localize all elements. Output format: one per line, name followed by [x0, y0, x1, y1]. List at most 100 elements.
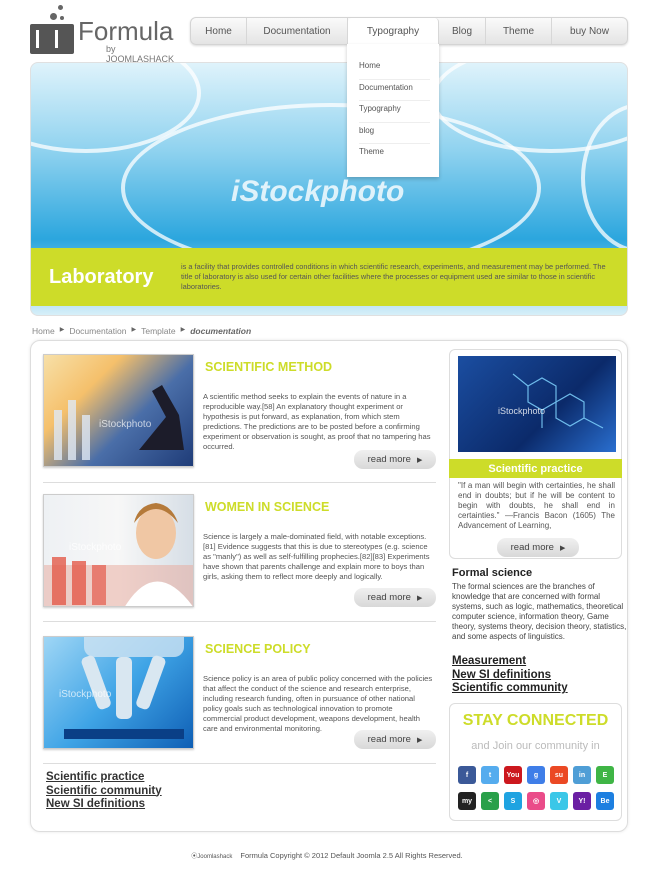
link-scientific-community[interactable]: Scientific community	[46, 785, 246, 799]
link-new-si-definitions[interactable]: New SI definitions	[46, 798, 246, 812]
read-more-button[interactable]: read more ▶	[354, 730, 436, 749]
formal-science-body: The formal sciences are the branches of …	[452, 582, 627, 641]
logo-bubble-icon	[60, 16, 64, 20]
breadcrumb-template[interactable]: Template	[141, 326, 176, 336]
article-card: iStockphoto WOMEN IN SCIENCE Science is …	[43, 494, 436, 622]
divider	[43, 763, 436, 764]
joomlashack-logo[interactable]: ⦿Joomlashack	[191, 854, 232, 860]
youtube-icon[interactable]: You	[504, 766, 522, 784]
linkedin-icon[interactable]: in	[573, 766, 591, 784]
divider	[43, 482, 436, 483]
breadcrumb-current: documentation	[190, 326, 252, 336]
article-card: iStockphoto SCIENCE POLICY Science polic…	[43, 636, 436, 764]
sidebar-quote: "If a man will begin with certainties, h…	[458, 481, 615, 530]
nav-buy-now[interactable]: buy Now	[552, 18, 627, 44]
logo-byline: by JOOMLASHACK	[106, 44, 175, 64]
link-new-si-definitions[interactable]: New SI definitions	[452, 669, 568, 683]
logo-name: Formula	[78, 16, 174, 46]
hero-watermark: iStockphoto	[231, 175, 405, 208]
sidebar-card: iStockphoto Scientific practice "If a ma…	[449, 349, 622, 559]
hero-description: is a facility that provides controlled c…	[181, 262, 606, 291]
stumbleupon-icon[interactable]: su	[550, 766, 568, 784]
breadcrumb-separator-icon: ▶	[131, 327, 137, 333]
twitter-icon[interactable]: t	[481, 766, 499, 784]
formal-science-block: Formal science The formal sciences are t…	[452, 567, 628, 642]
svg-text:iStockphoto: iStockphoto	[99, 419, 152, 430]
article-title[interactable]: WOMEN IN SCIENCE	[205, 500, 329, 514]
article-title[interactable]: SCIENTIFIC METHOD	[205, 360, 332, 374]
site-logo[interactable]: Formula by JOOMLASHACK	[30, 0, 180, 64]
main-nav: Home Documentation Typography Blog Theme…	[190, 17, 628, 45]
stay-connected-box: STAY CONNECTED and Join our community in…	[449, 703, 622, 821]
read-more-label: read more	[367, 592, 411, 603]
read-more-button[interactable]: read more ▶	[497, 538, 579, 557]
hero-title: Laboratory	[49, 265, 154, 288]
yahoo-icon[interactable]: Y!	[573, 792, 591, 810]
nav-theme[interactable]: Theme	[486, 18, 552, 44]
link-scientific-practice[interactable]: Scientific practice	[46, 771, 246, 785]
breadcrumb-home[interactable]: Home	[32, 326, 55, 336]
read-more-button[interactable]: read more ▶	[354, 450, 436, 469]
dropdown-item-home[interactable]: Home	[359, 58, 430, 80]
caret-right-icon: ▶	[559, 544, 566, 552]
dropdown-item-blog[interactable]: blog	[359, 123, 430, 144]
page: Formula by JOOMLASHACK Home Documentatio…	[0, 0, 654, 870]
link-measurement[interactable]: Measurement	[452, 655, 568, 669]
svg-text:iStockphoto: iStockphoto	[498, 406, 545, 416]
nav-typography[interactable]: Typography	[348, 18, 439, 44]
myspace-icon[interactable]: my	[458, 792, 476, 810]
typography-dropdown-menu: Home Documentation Typography blog Theme	[347, 44, 439, 177]
breadcrumb: Home ▶ Documentation ▶ Template ▶ docume…	[32, 326, 251, 336]
caret-right-icon: ▶	[416, 594, 423, 602]
logo-bubble-icon	[50, 13, 57, 20]
stay-connected-subtitle: and Join our community in	[471, 740, 600, 752]
dribbble-icon[interactable]: ◎	[527, 792, 545, 810]
nav-home[interactable]: Home	[191, 18, 247, 44]
hero-caption-bar: Laboratory is a facility that provides c…	[31, 248, 627, 306]
caret-right-icon: ▶	[416, 736, 423, 744]
breadcrumb-separator-icon: ▶	[59, 327, 65, 333]
molecule-structure-icon: iStockphoto	[498, 373, 604, 429]
microscope-objectives-image: iStockphoto	[59, 637, 184, 739]
footer-brand: Joomlashack	[197, 854, 233, 860]
read-more-label: read more	[510, 542, 554, 553]
sidebar-card-title[interactable]: Scientific practice	[449, 459, 622, 478]
article-body: Science policy is an area of public poli…	[203, 674, 433, 733]
read-more-button[interactable]: read more ▶	[354, 588, 436, 607]
skype-icon[interactable]: S	[504, 792, 522, 810]
content-panel: iStockphoto SCIENTIFIC METHOD A scientif…	[30, 340, 628, 832]
vimeo-icon[interactable]: V	[550, 792, 568, 810]
read-more-label: read more	[367, 454, 411, 465]
article-body: Science is largely a male-dominated fiel…	[203, 532, 430, 581]
dropdown-item-documentation[interactable]: Documentation	[359, 80, 430, 101]
stay-connected-title: STAY CONNECTED	[462, 712, 609, 729]
read-more-label: read more	[367, 734, 411, 745]
formal-science-title: Formal science	[452, 567, 533, 579]
article-image[interactable]: iStockphoto	[43, 354, 194, 467]
nav-blog[interactable]: Blog	[439, 18, 486, 44]
article-image[interactable]: iStockphoto	[43, 494, 194, 607]
dropdown-item-theme[interactable]: Theme	[359, 144, 430, 166]
svg-text:iStockphoto: iStockphoto	[69, 542, 122, 553]
sidebar-links: Measurement New SI definitions Scientifi…	[452, 655, 568, 696]
dropdown-item-typography[interactable]: Typography	[359, 101, 430, 123]
behance-icon[interactable]: Be	[596, 792, 614, 810]
facebook-icon[interactable]: f	[458, 766, 476, 784]
svg-text:iStockphoto: iStockphoto	[59, 689, 112, 700]
article-image[interactable]: iStockphoto	[43, 636, 194, 749]
nav-documentation[interactable]: Documentation	[247, 18, 348, 44]
link-scientific-community[interactable]: Scientific community	[452, 682, 568, 696]
article-title[interactable]: SCIENCE POLICY	[205, 642, 311, 656]
footer: ⦿Joomlashack Formula Copyright © 2012 De…	[0, 851, 654, 860]
article-body: A scientific method seeks to explain the…	[203, 392, 431, 451]
divider	[43, 621, 436, 622]
molecule-image[interactable]: iStockphoto	[458, 356, 616, 452]
evernote-icon[interactable]: E	[596, 766, 614, 784]
article-card: iStockphoto SCIENTIFIC METHOD A scientif…	[43, 354, 436, 482]
sharethis-icon[interactable]: <	[481, 792, 499, 810]
breadcrumb-documentation[interactable]: Documentation	[69, 326, 126, 336]
social-icons: f t You g su in Emy < S ◎ V Y! Be	[458, 766, 618, 810]
woman-scientist-image: iStockphoto	[44, 503, 193, 606]
logo-mark-icon	[30, 24, 74, 54]
google-plus-icon[interactable]: g	[527, 766, 545, 784]
